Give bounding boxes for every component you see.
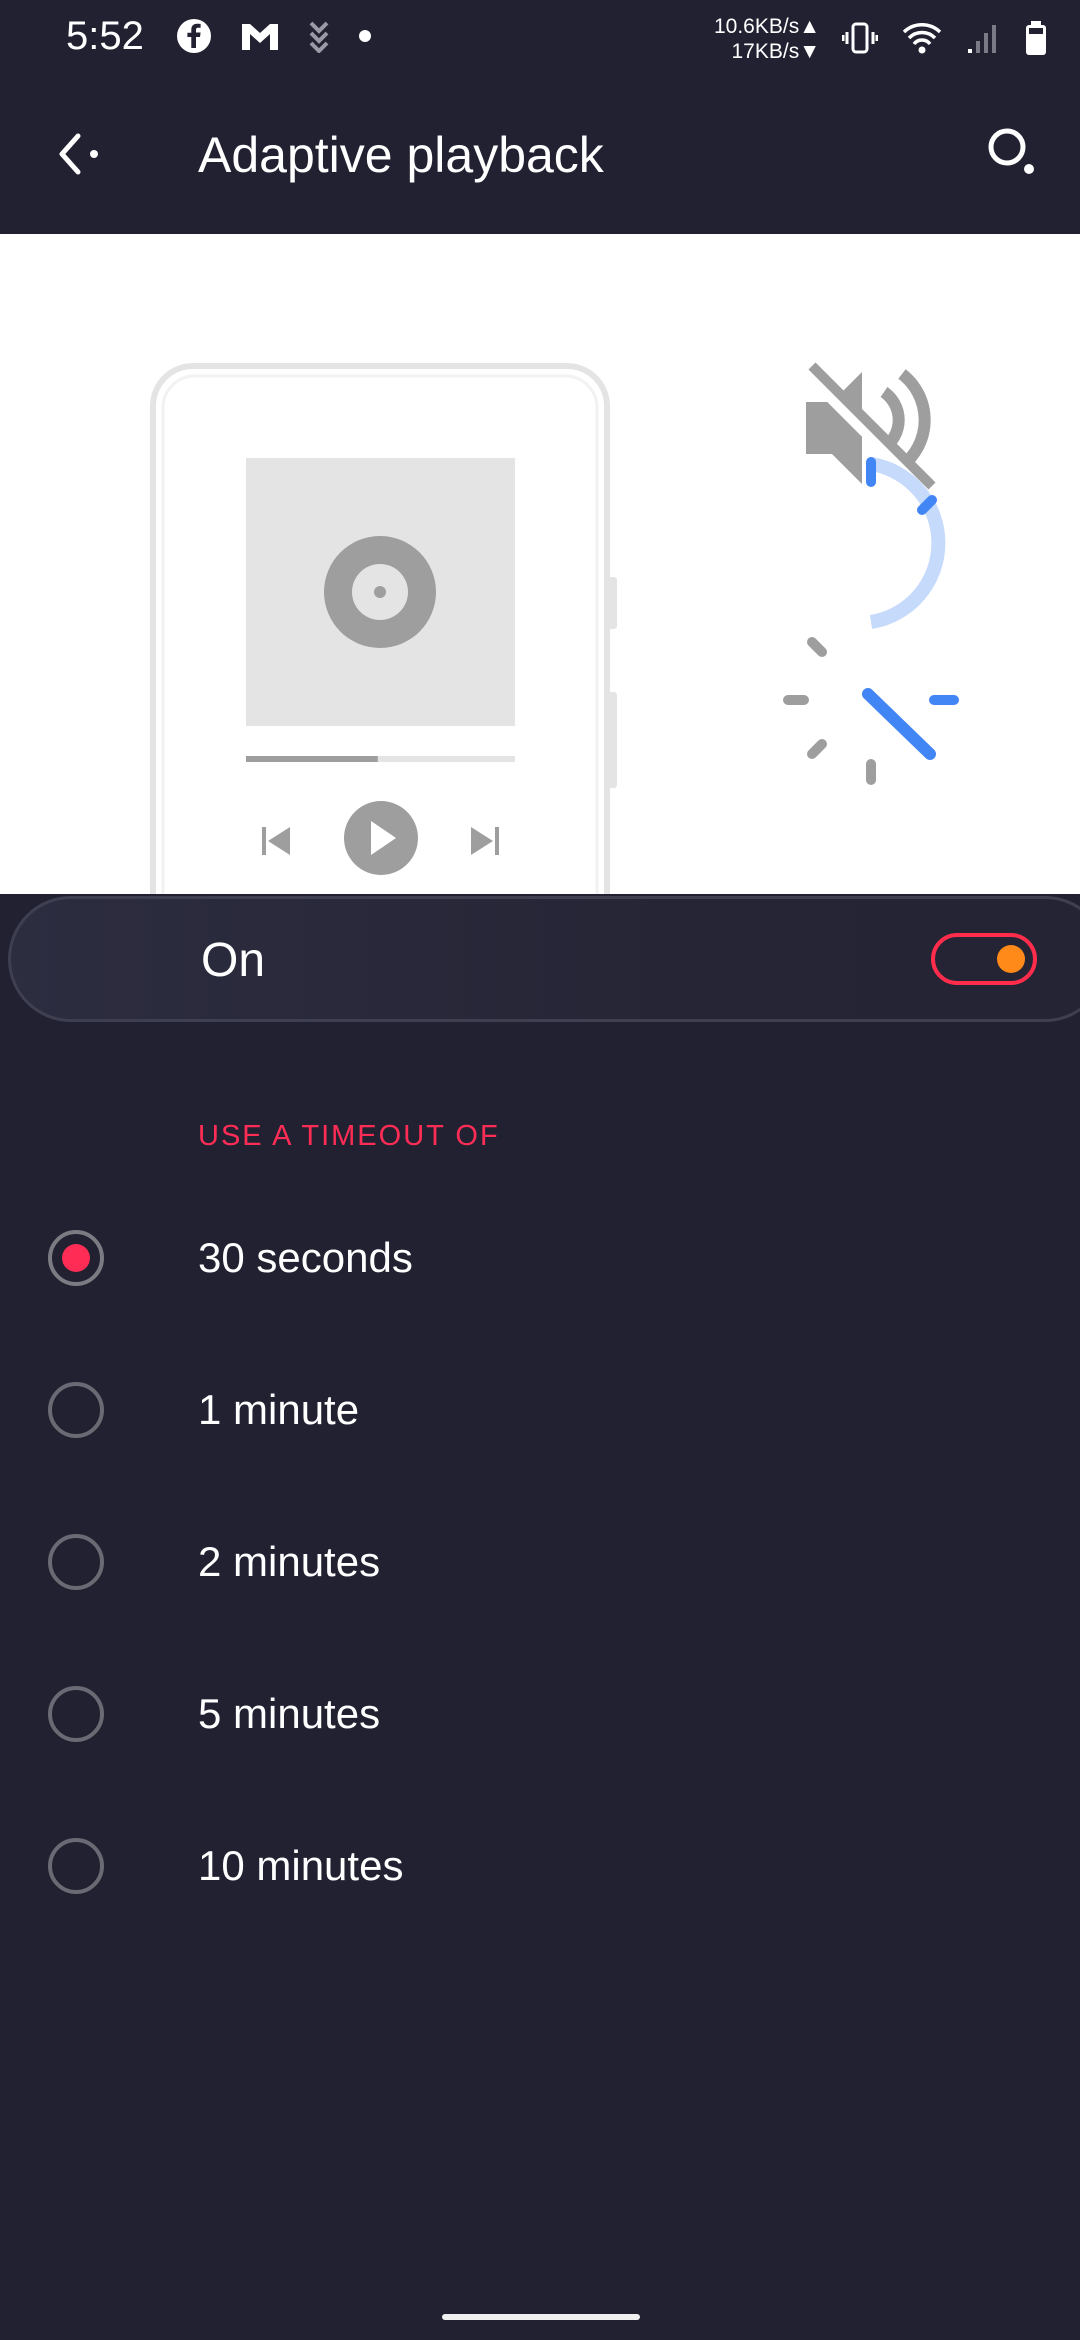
timeout-option-2-minutes[interactable]: 2 minutes [0, 1484, 1080, 1636]
radio-button[interactable] [48, 1382, 104, 1438]
gesture-nav-handle[interactable] [442, 2314, 640, 2320]
wifi-icon [902, 21, 942, 60]
net-down: 17KB/s▼ [731, 40, 821, 63]
facebook-icon [176, 18, 212, 59]
radio-button[interactable] [48, 1686, 104, 1742]
status-right-icons [841, 20, 1048, 61]
option-label: 30 seconds [198, 1234, 413, 1281]
search-icon [985, 125, 1041, 186]
timeout-option-10-minutes[interactable]: 10 minutes [0, 1788, 1080, 1940]
page-title: Adaptive playback [198, 127, 604, 183]
radio-button[interactable] [48, 1534, 104, 1590]
back-button[interactable] [48, 124, 112, 188]
back-arrow-icon [54, 128, 106, 185]
option-label: 10 minutes [198, 1842, 404, 1889]
main-switch-label: On [201, 934, 266, 987]
option-label: 2 minutes [198, 1538, 381, 1585]
timeout-option-1-minute[interactable]: 1 minute [0, 1332, 1080, 1484]
download-icon [308, 19, 330, 58]
option-label: 5 minutes [198, 1690, 381, 1737]
toggle-thumb [997, 945, 1025, 973]
status-bar: 5:52 10.6KB/s▲ 17KB/s▼ [0, 0, 1080, 80]
battery-icon [1024, 20, 1048, 61]
status-left-icons [176, 18, 372, 59]
timeout-section-header: USE A TIMEOUT OF [198, 1120, 500, 1152]
disc-icon [324, 536, 436, 648]
progress-fill [246, 756, 378, 762]
radio-button-checked[interactable] [48, 1230, 104, 1286]
option-label: 1 minute [198, 1386, 360, 1433]
vibrate-icon [841, 20, 879, 61]
gmail-icon [240, 20, 280, 57]
app-bar: Adaptive playback [0, 80, 1080, 234]
signal-icon [966, 21, 1000, 60]
play-icon [344, 801, 418, 875]
timeout-option-30-seconds[interactable]: 30 seconds [0, 1180, 1080, 1332]
net-up: 10.6KB/s▲ [713, 15, 820, 38]
adaptive-playback-illustration [0, 234, 1080, 894]
status-time: 5:52 [66, 14, 144, 58]
timer-icon [783, 457, 959, 785]
phone-illustration [150, 363, 617, 894]
timeout-option-5-minutes[interactable]: 5 minutes [0, 1636, 1080, 1788]
radio-dot [62, 1244, 90, 1272]
network-speed: 10.6KB/s▲ 17KB/s▼ [700, 14, 820, 64]
main-switch-bar[interactable]: On [8, 896, 1080, 1022]
dot-icon [358, 29, 372, 48]
main-toggle[interactable] [931, 933, 1037, 985]
search-button[interactable] [980, 122, 1046, 188]
radio-button[interactable] [48, 1838, 104, 1894]
